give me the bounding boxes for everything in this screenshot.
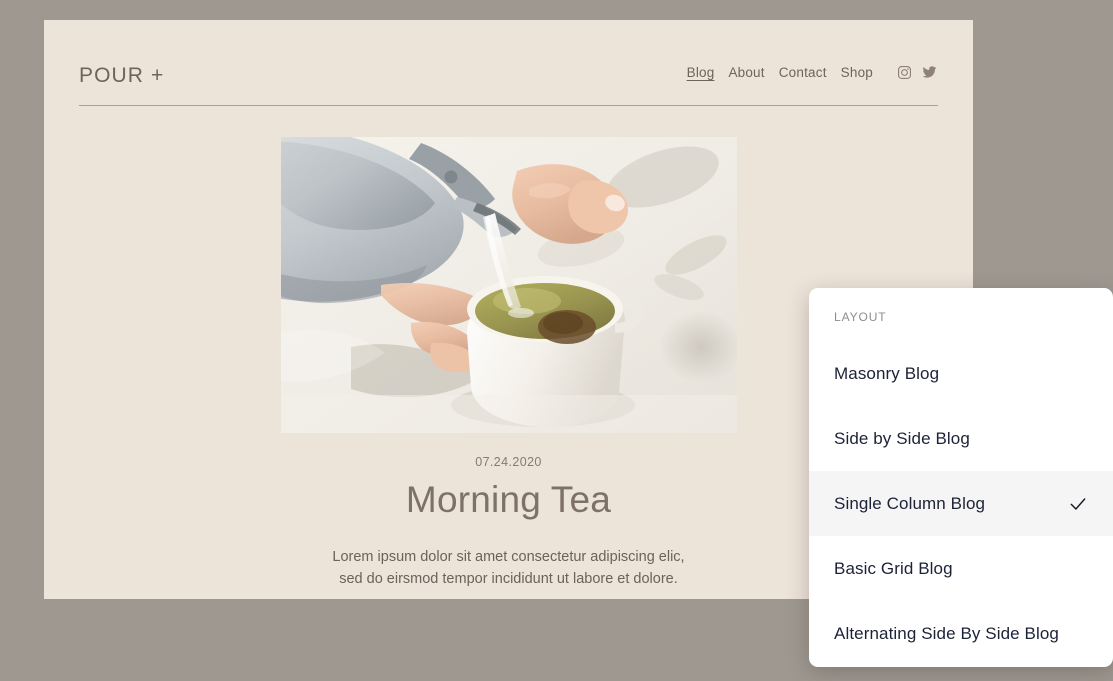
layout-option-label: Masonry Blog bbox=[834, 364, 939, 384]
brand-logo[interactable]: POUR + bbox=[79, 64, 164, 88]
layout-option-label: Side by Side Blog bbox=[834, 429, 970, 449]
layout-option-label: Single Column Blog bbox=[834, 494, 985, 514]
layout-option-basic-grid-blog[interactable]: Basic Grid Blog bbox=[809, 536, 1113, 601]
article-image bbox=[281, 137, 737, 433]
instagram-icon[interactable] bbox=[897, 65, 912, 80]
article-excerpt: Lorem ipsum dolor sit amet consectetur a… bbox=[299, 546, 719, 591]
layout-option-alternating-side-by-side-blog[interactable]: Alternating Side By Side Blog bbox=[809, 601, 1113, 666]
site-header: POUR + Blog About Contact Shop bbox=[44, 20, 973, 123]
social-links bbox=[897, 65, 937, 80]
article-excerpt-line-1: Lorem ipsum dolor sit amet consectetur a… bbox=[299, 546, 719, 568]
nav-link-shop[interactable]: Shop bbox=[841, 65, 873, 80]
layout-option-single-column-blog[interactable]: Single Column Blog bbox=[809, 471, 1113, 536]
article-excerpt-line-2: sed do eirsmod tempor incididunt ut labo… bbox=[299, 568, 719, 590]
layout-option-masonry-blog[interactable]: Masonry Blog bbox=[809, 341, 1113, 406]
nav-link-blog[interactable]: Blog bbox=[687, 65, 715, 80]
twitter-icon[interactable] bbox=[922, 65, 937, 80]
layout-option-side-by-side-blog[interactable]: Side by Side Blog bbox=[809, 406, 1113, 471]
layout-dropdown-panel: LAYOUT Masonry Blog Side by Side Blog Si… bbox=[809, 288, 1113, 667]
layout-panel-title: LAYOUT bbox=[834, 310, 887, 324]
nav-link-about[interactable]: About bbox=[728, 65, 764, 80]
layout-option-label: Basic Grid Blog bbox=[834, 559, 953, 579]
check-icon bbox=[1068, 494, 1088, 514]
header-divider bbox=[79, 105, 938, 106]
nav-link-contact[interactable]: Contact bbox=[779, 65, 827, 80]
primary-navigation: Blog About Contact Shop bbox=[687, 65, 937, 80]
layout-option-label: Alternating Side By Side Blog bbox=[834, 624, 1059, 644]
layout-options-list: Masonry Blog Side by Side Blog Single Co… bbox=[809, 341, 1113, 666]
